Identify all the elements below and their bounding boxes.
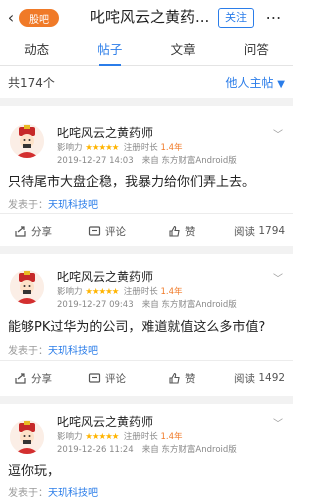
back-icon[interactable]: ‹ (4, 8, 18, 28)
influence-stars: ★★★★★ (85, 287, 119, 297)
influence-stars: ★★★★★ (85, 143, 119, 153)
comment-button[interactable]: 评论 (88, 363, 126, 393)
post-card[interactable]: 叱咤风云之黄药师 ﹀ 影响力 ★★★★★ 注册时长 1.4年 2019-12-2… (0, 106, 293, 246)
read-count: 阅读 1492 (234, 372, 286, 385)
tab-activity[interactable]: 动态 (0, 36, 73, 65)
share-icon (15, 225, 26, 237)
section-gap (0, 98, 293, 106)
username[interactable]: 叱咤风云之黄药师 (57, 124, 153, 141)
divider (0, 213, 293, 214)
post-origin: 发表于：天玑科技吧 (8, 200, 98, 211)
app-name: 股吧 (29, 14, 49, 26)
post-meta: 2019-12-26 11:24 来自 东方财富Android版 (57, 443, 237, 455)
post-datetime: 2019-12-27 09:43 (57, 300, 134, 310)
page-title: 叱咤风云之黄药... (90, 8, 210, 26)
avatar-caishen-icon (10, 270, 44, 304)
post-datetime: 2019-12-27 14:03 (57, 156, 134, 166)
app-badge[interactable]: 股吧 (19, 9, 59, 27)
post-source: 来自 东方财富Android版 (141, 156, 237, 166)
avatar[interactable] (10, 270, 44, 304)
others-posts-filter[interactable]: 他人主帖 ▼ (225, 74, 285, 91)
post-content[interactable]: 逗你玩， (8, 460, 60, 479)
post-count: 共174个 (8, 76, 55, 90)
post-meta: 2019-12-27 14:03 来自 东方财富Android版 (57, 154, 237, 166)
avatar[interactable] (10, 420, 44, 454)
tab-posts[interactable]: 帖子 (73, 36, 146, 66)
post-origin: 发表于：天玑科技吧 (8, 346, 98, 357)
user-meta: 影响力 ★★★★★ 注册时长 1.4年 (57, 432, 183, 442)
username[interactable]: 叱咤风云之黄药师 (57, 413, 153, 430)
chevron-down-icon: ▼ (277, 79, 285, 90)
post-origin: 发表于：天玑科技吧 (8, 488, 98, 499)
more-icon[interactable]: ⋯ (263, 8, 285, 28)
bar-link[interactable]: 天玑科技吧 (48, 488, 98, 499)
read-count: 阅读 1794 (234, 225, 286, 238)
comment-icon (88, 372, 101, 383)
username[interactable]: 叱咤风云之黄药师 (57, 268, 153, 285)
comment-button[interactable]: 评论 (88, 216, 126, 246)
follow-button[interactable]: 关注 (218, 8, 254, 28)
avatar-caishen-icon (10, 420, 44, 454)
like-button[interactable]: 赞 (168, 363, 196, 393)
chevron-down-icon[interactable]: ﹀ (273, 270, 283, 285)
avatar[interactable] (10, 124, 44, 158)
top-bar: ‹ 股吧 叱咤风云之黄药... 关注 ⋯ (0, 0, 293, 36)
post-card[interactable]: 叱咤风云之黄药师 ﹀ 影响力 ★★★★★ 注册时长 1.4年 2019-12-2… (0, 254, 293, 396)
user-meta: 影响力 ★★★★★ 注册时长 1.4年 (57, 287, 183, 297)
tab-qa[interactable]: 问答 (220, 36, 293, 65)
post-actions: 分享 评论 赞 阅读 1794 (0, 216, 293, 246)
bar-link[interactable]: 天玑科技吧 (48, 200, 98, 211)
influence-stars: ★★★★★ (85, 432, 119, 442)
post-datetime: 2019-12-26 11:24 (57, 445, 134, 455)
post-actions: 分享 评论 赞 阅读 1492 (0, 363, 293, 393)
chevron-down-icon[interactable]: ﹀ (273, 126, 283, 141)
chevron-down-icon[interactable]: ﹀ (273, 415, 283, 430)
others-posts-label: 他人主帖 (225, 76, 274, 90)
comment-icon (88, 225, 101, 236)
tab-articles[interactable]: 文章 (147, 36, 220, 65)
bar-link[interactable]: 天玑科技吧 (48, 346, 98, 357)
like-icon (169, 225, 180, 237)
avatar-caishen-icon (10, 124, 44, 158)
count-bar: 共174个 他人主帖 ▼ (0, 66, 293, 98)
like-button[interactable]: 赞 (168, 216, 196, 246)
share-button[interactable]: 分享 (14, 216, 52, 246)
share-button[interactable]: 分享 (14, 363, 52, 393)
user-meta: 影响力 ★★★★★ 注册时长 1.4年 (57, 143, 183, 153)
post-content[interactable]: 只待尾市大盘企稳，我暴力给你们弄上去。 (8, 171, 255, 190)
section-gap (0, 246, 293, 254)
post-meta: 2019-12-27 09:43 来自 东方财富Android版 (57, 298, 237, 310)
like-icon (169, 372, 180, 384)
post-source: 来自 东方财富Android版 (141, 300, 237, 310)
section-gap (0, 396, 293, 404)
divider (0, 360, 293, 361)
post-content[interactable]: 能够PK过华为的公司，难道就值这么多市值? (8, 316, 265, 335)
post-source: 来自 东方财富Android版 (141, 445, 237, 455)
tab-bar: 动态 帖子 文章 问答 (0, 36, 293, 66)
post-card[interactable]: 叱咤风云之黄药师 ﹀ 影响力 ★★★★★ 注册时长 1.4年 2019-12-2… (0, 404, 293, 500)
share-icon (15, 372, 26, 384)
